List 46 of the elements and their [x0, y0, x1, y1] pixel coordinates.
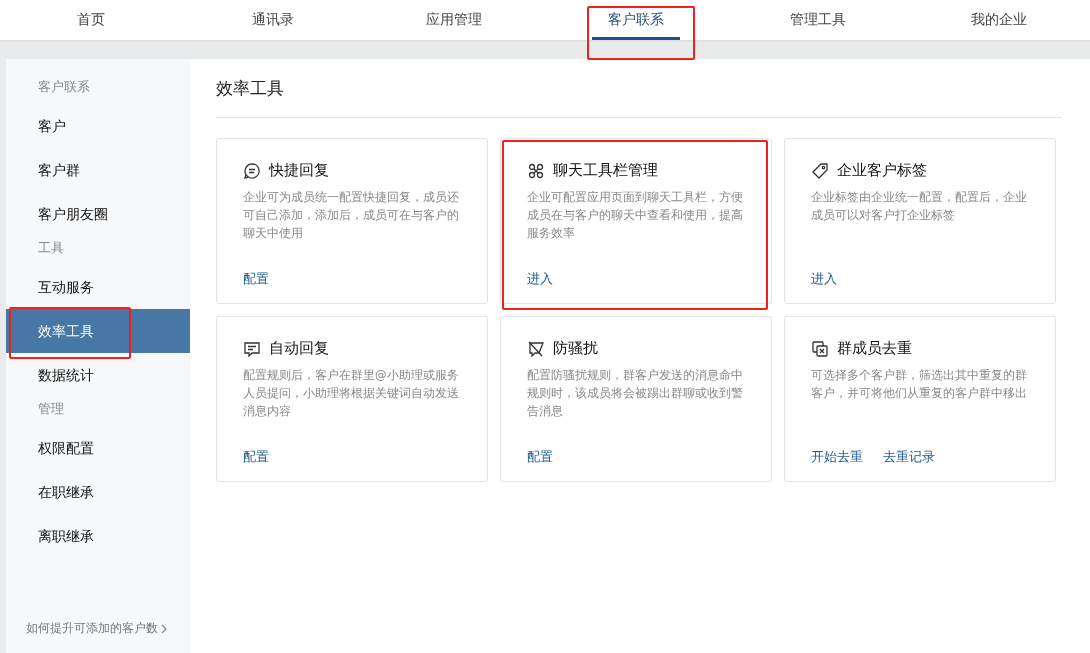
card-description: 企业可配置应用页面到聊天工具栏，方便成员在与客户的聊天中查看和使用，提高服务效率 — [527, 189, 744, 242]
action-link[interactable]: 配置 — [527, 448, 553, 466]
quatrefoil-icon — [527, 161, 545, 180]
action-link[interactable]: 配置 — [243, 270, 269, 288]
card-title: 快捷回复 — [269, 161, 329, 180]
card-title: 群成员去重 — [837, 339, 912, 358]
card-title: 自动回复 — [269, 339, 329, 358]
nav-tab[interactable]: 应用管理 — [410, 0, 499, 40]
nav-tab[interactable]: 我的企业 — [955, 0, 1044, 40]
sidebar-item[interactable]: 客户群 — [6, 148, 190, 192]
sidebar-item[interactable]: 互动服务 — [6, 265, 190, 309]
action-link[interactable]: 进入 — [527, 270, 553, 288]
message-lines-icon — [243, 339, 261, 358]
sidebar-item[interactable]: 离职继承 — [6, 514, 190, 558]
sidebar-item[interactable]: 客户 — [6, 104, 190, 148]
bubble-slash-icon — [527, 339, 545, 358]
sidebar-item[interactable]: 效率工具 — [6, 309, 190, 353]
card-title: 企业客户标签 — [837, 161, 927, 180]
sidebar-item[interactable]: 数据统计 — [6, 353, 190, 397]
action-link[interactable]: 配置 — [243, 448, 269, 466]
copy-cross-icon — [811, 339, 829, 358]
card-description: 企业可为成员统一配置快捷回复，成员还可自己添加，添加后，成员可在与客户的聊天中使用 — [243, 189, 460, 242]
chevron-right-icon — [161, 623, 167, 634]
action-link[interactable]: 开始去重 — [811, 448, 863, 466]
nav-tab[interactable]: 客户联系 — [591, 0, 680, 40]
section-heading: 客户联系 — [37, 78, 91, 96]
action-link[interactable]: 进入 — [811, 270, 837, 288]
card-description: 企业标签由企业统一配置，配置后，企业成员可以对客户打企业标签 — [811, 189, 1028, 224]
sidebar-item[interactable]: 客户朋友圈 — [6, 192, 190, 236]
help-link[interactable]: 如何提升可添加的客户数 — [26, 620, 158, 637]
card-title: 聊天工具栏管理 — [553, 161, 658, 180]
card-description: 可选择多个客户群，筛选出其中重复的群客户，并可将他们从重复的客户群中移出 — [811, 367, 1028, 402]
section-heading: 管理 — [37, 400, 65, 418]
card-title: 防骚扰 — [553, 339, 598, 358]
action-link[interactable]: 去重记录 — [883, 448, 935, 466]
page-title: 效率工具 — [216, 77, 285, 100]
tag-icon — [811, 161, 829, 180]
chat-bubble-icon — [243, 161, 261, 180]
sidebar-item[interactable]: 在职继承 — [6, 470, 190, 514]
card-description: 配置规则后，客户在群里@小助理或服务人员提问，小助理将根据关键词自动发送消息内容 — [243, 367, 460, 420]
card-description: 配置防骚扰规则，群客户发送的消息命中规则时，该成员将会被踢出群聊或收到警告消息 — [527, 367, 744, 420]
nav-tab[interactable]: 管理工具 — [773, 0, 862, 40]
sidebar-item[interactable]: 权限配置 — [6, 426, 190, 470]
nav-tab[interactable]: 首页 — [60, 0, 121, 40]
section-heading: 工具 — [37, 239, 65, 257]
nav-tab[interactable]: 通讯录 — [235, 0, 310, 40]
